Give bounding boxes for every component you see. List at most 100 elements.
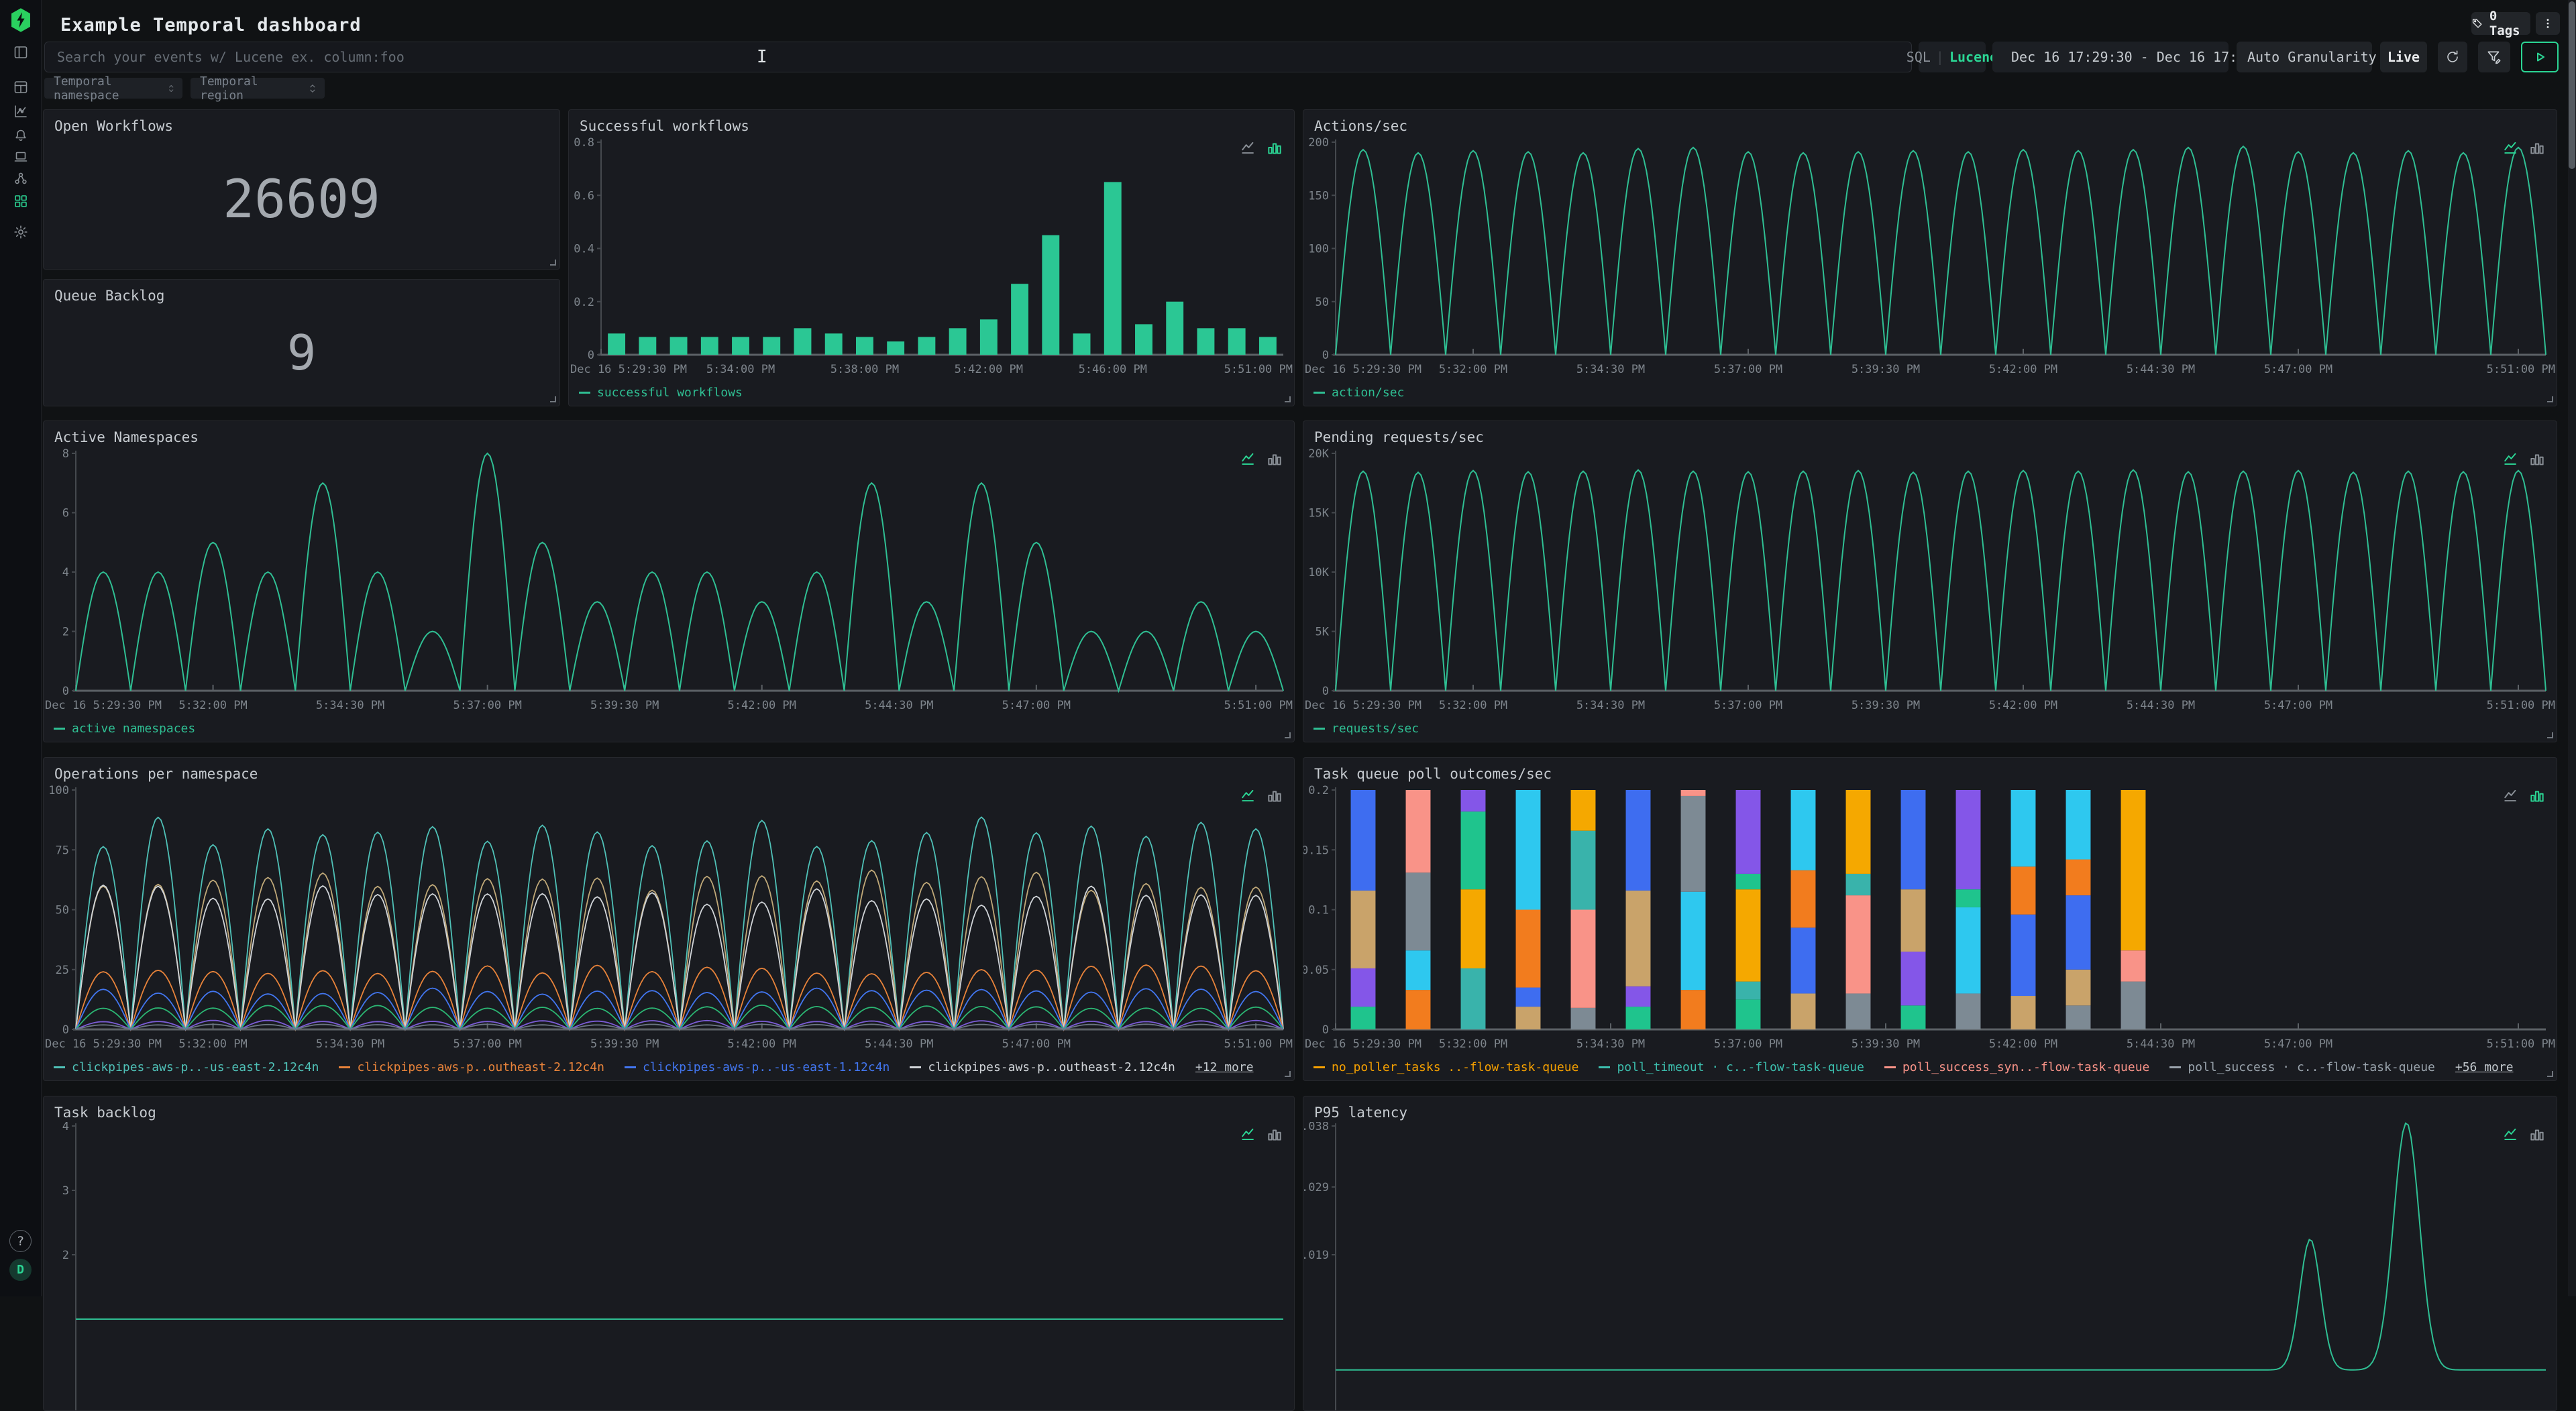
svg-text:0.2: 0.2: [1308, 784, 1329, 797]
query-language-toggle[interactable]: SQL | Lucene: [1919, 42, 1986, 72]
bar-chart-toggle-icon[interactable]: [1266, 139, 1283, 157]
svg-text:3: 3: [62, 1184, 69, 1198]
area-chart-toggle-icon[interactable]: [1240, 787, 1258, 805]
settings-gear-icon[interactable]: [10, 221, 32, 243]
user-avatar[interactable]: D: [9, 1259, 32, 1281]
legend-more-link[interactable]: +56 more: [2455, 1060, 2514, 1074]
panel-open-workflows: Open Workflows 26609: [43, 109, 560, 270]
legend-item[interactable]: successful workflows: [579, 386, 743, 400]
hosts-laptop-icon[interactable]: [10, 146, 32, 168]
svg-text:5:37:00 PM: 5:37:00 PM: [1714, 1037, 1782, 1051]
bar-chart-toggle-icon[interactable]: [2528, 139, 2546, 157]
legend-item[interactable]: clickpipes-aws-p..outheast-2.12c4n: [910, 1060, 1175, 1074]
run-query-button[interactable]: [2521, 42, 2559, 72]
alerts-bell-icon[interactable]: [10, 125, 32, 146]
area-chart-toggle-icon[interactable]: [1240, 139, 1258, 157]
windows-icon[interactable]: [10, 76, 32, 98]
legend-item[interactable]: active namespaces: [54, 722, 195, 736]
legend-item[interactable]: clickpipes-aws-p..-us-east-2.12c4n: [54, 1060, 319, 1074]
successful-workflows-plot[interactable]: 00.20.40.60.8Dec 16 5:29:30 PM5:34:00 PM…: [569, 135, 1294, 382]
svg-text:0.019: 0.019: [1303, 1249, 1329, 1262]
svg-text:5:39:30 PM: 5:39:30 PM: [590, 1037, 659, 1051]
help-button[interactable]: ?: [9, 1230, 32, 1252]
area-chart-toggle-icon[interactable]: [2503, 1126, 2520, 1143]
operations-per-namespace-plot[interactable]: 0255075100Dec 16 5:29:30 PM5:32:00 PM5:3…: [44, 783, 1294, 1056]
legend-item[interactable]: clickpipes-aws-p..-us-east-1.12c4n: [625, 1060, 890, 1074]
area-chart-toggle-icon[interactable]: [2503, 139, 2520, 157]
task-queue-poll-outcomes-plot[interactable]: 00.050.10.150.2Dec 16 5:29:30 PM5:32:00 …: [1303, 783, 2557, 1056]
live-button[interactable]: Live: [2380, 42, 2427, 72]
metrics-explorer-icon[interactable]: [10, 101, 32, 122]
area-chart-toggle-icon[interactable]: [1240, 1126, 1258, 1143]
legend-item[interactable]: poll_success · c..-flow-task-queue: [2169, 1060, 2434, 1074]
stat-value: 9: [44, 309, 559, 396]
area-chart-toggle-icon[interactable]: [1240, 451, 1258, 468]
legend-item[interactable]: clickpipes-aws-p..outheast-2.12c4n: [339, 1060, 604, 1074]
tag-icon: [2471, 17, 2483, 30]
bar-chart-toggle-icon[interactable]: [2528, 787, 2546, 805]
task-backlog-plot[interactable]: 234: [44, 1122, 1294, 1410]
bar-chart-toggle-icon[interactable]: [2528, 1126, 2546, 1143]
svg-text:5:34:30 PM: 5:34:30 PM: [316, 699, 384, 712]
scrollbar-track[interactable]: [2568, 0, 2576, 1296]
actions-sec-plot[interactable]: 050100150200Dec 16 5:29:30 PM5:32:00 PM5…: [1303, 135, 2557, 382]
area-chart-toggle-icon[interactable]: [2503, 787, 2520, 805]
sql-option[interactable]: SQL: [1907, 49, 1931, 65]
p95-latency-plot[interactable]: 0.0190.0290.038: [1303, 1122, 2557, 1410]
resize-handle[interactable]: [1285, 732, 1291, 738]
svg-text:5:42:00 PM: 5:42:00 PM: [1989, 1037, 2057, 1051]
resize-handle[interactable]: [1285, 396, 1291, 402]
tags-label: 0 Tags: [2489, 9, 2530, 38]
refresh-button[interactable]: [2438, 42, 2467, 72]
legend-item[interactable]: requests/sec: [1313, 722, 1419, 736]
legend-item[interactable]: poll_success_syn..-flow-task-queue: [1884, 1060, 2149, 1074]
search-input[interactable]: [44, 42, 1912, 72]
legend-item[interactable]: no_poller_tasks ..-flow-task-queue: [1313, 1060, 1578, 1074]
panel-task-queue-poll-outcomes: Task queue poll outcomes/sec 00.050.10.1…: [1303, 757, 2557, 1081]
layout-panel-icon[interactable]: [10, 42, 32, 63]
legend-swatch: [1313, 728, 1325, 730]
legend-item[interactable]: poll_timeout · c..-flow-task-queue: [1599, 1060, 1864, 1074]
filter-temporal-region[interactable]: Temporal region: [191, 78, 325, 99]
pending-requests-plot[interactable]: 05K10K15K20KDec 16 5:29:30 PM5:32:00 PM5…: [1303, 447, 2557, 718]
resize-handle[interactable]: [2547, 1071, 2553, 1077]
resize-handle[interactable]: [2547, 732, 2553, 738]
svg-text:5:46:00 PM: 5:46:00 PM: [1079, 363, 1147, 376]
legend-label: clickpipes-aws-p..outheast-2.12c4n: [928, 1060, 1175, 1074]
legend-label: clickpipes-aws-p..outheast-2.12c4n: [357, 1060, 604, 1074]
bar-chart-toggle-icon[interactable]: [1266, 787, 1283, 805]
topology-nodes-icon[interactable]: [10, 168, 32, 189]
tags-button[interactable]: 0 Tags: [2471, 12, 2530, 35]
legend-item[interactable]: action/sec: [1313, 386, 1404, 400]
app-logo-icon[interactable]: [9, 7, 33, 34]
svg-text:200: 200: [1308, 136, 1329, 150]
area-chart-toggle-icon[interactable]: [2503, 451, 2520, 468]
granularity-select[interactable]: Auto Granularity: [2237, 42, 2372, 72]
resize-handle[interactable]: [550, 260, 556, 266]
filter-button[interactable]: [2478, 42, 2510, 72]
chart-legend: successful workflows: [579, 386, 743, 400]
lucene-option[interactable]: Lucene: [1949, 49, 1998, 65]
legend-more-link[interactable]: +12 more: [1195, 1060, 1254, 1074]
svg-text:5:51:00 PM: 5:51:00 PM: [2487, 1037, 2555, 1051]
resize-handle[interactable]: [550, 396, 556, 402]
resize-handle[interactable]: [2547, 396, 2553, 402]
svg-text:25: 25: [56, 964, 69, 977]
resize-handle[interactable]: [1285, 1071, 1291, 1077]
legend-label: action/sec: [1332, 386, 1404, 400]
scrollbar-thumb[interactable]: [2569, 1, 2575, 169]
legend-label: clickpipes-aws-p..-us-east-2.12c4n: [72, 1060, 319, 1074]
bar-chart-toggle-icon[interactable]: [1266, 451, 1283, 468]
dashboards-icon[interactable]: [10, 190, 32, 212]
svg-text:0.4: 0.4: [574, 243, 594, 256]
active-namespaces-plot[interactable]: 02468Dec 16 5:29:30 PM5:32:00 PM5:34:30 …: [44, 447, 1294, 718]
date-range-picker[interactable]: Dec 16 17:29:30 - Dec 16 17:51:30: [1992, 42, 2229, 72]
filter-temporal-namespace[interactable]: Temporal namespace: [44, 78, 182, 99]
svg-text:5:39:30 PM: 5:39:30 PM: [1851, 363, 1920, 376]
panel-title: Pending requests/sec: [1314, 429, 1484, 445]
legend-swatch: [579, 392, 590, 394]
kebab-menu-button[interactable]: [2536, 12, 2560, 35]
bar-chart-toggle-icon[interactable]: [1266, 1126, 1283, 1143]
sidebar: ? D: [0, 0, 42, 1296]
bar-chart-toggle-icon[interactable]: [2528, 451, 2546, 468]
